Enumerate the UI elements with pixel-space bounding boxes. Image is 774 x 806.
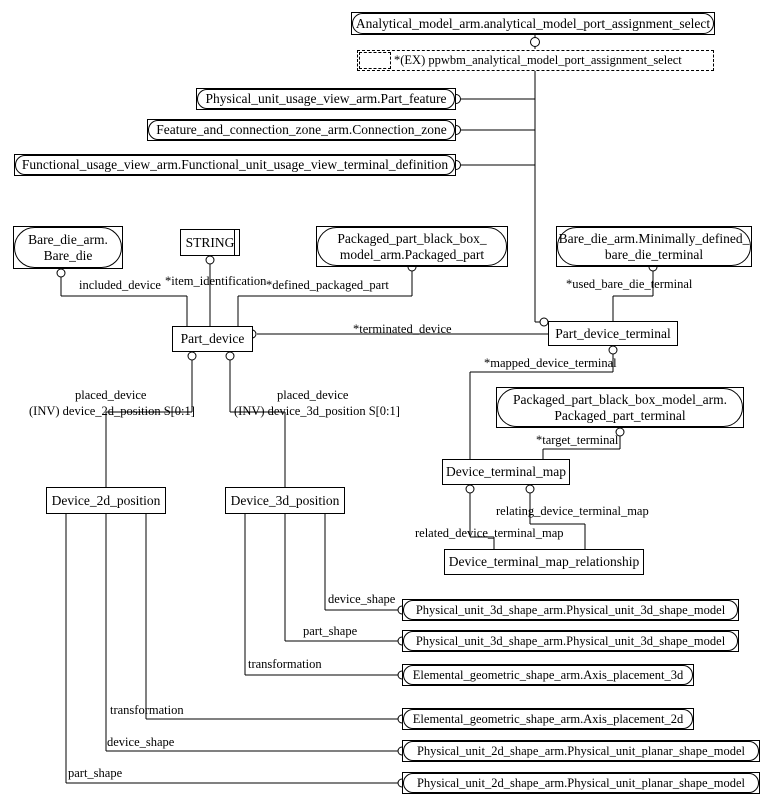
label-placed-device-2d: placed_device	[75, 388, 147, 402]
entity-label: Elemental_geometric_shape_arm.Axis_place…	[403, 709, 693, 729]
entity-label: Packaged_part_black_box_model_arm. Packa…	[497, 388, 743, 427]
entity-label: Physical_unit_3d_shape_arm.Physical_unit…	[403, 600, 738, 620]
entity-label: Device_3d_position	[230, 492, 340, 508]
label-defined-packaged-part: *defined_packaged_part	[266, 278, 389, 292]
label-item-identification: *item_identification	[165, 274, 267, 288]
entity-label-line2: model_arm.Packaged_part	[339, 246, 485, 262]
external-schema-label: *(EX) ppwbm_analytical_model_port_assign…	[394, 53, 682, 67]
entity-device-2d-position[interactable]: Device_2d_position	[46, 487, 166, 514]
entity-connection-zone[interactable]: Feature_and_connection_zone_arm.Connecti…	[147, 119, 456, 141]
entity-label: Packaged_part_black_box_ model_arm.Packa…	[317, 227, 507, 266]
entity-label: Physical_unit_2d_shape_arm.Physical_unit…	[403, 773, 759, 793]
label-relating-device-terminal-map: relating_device_terminal_map	[496, 504, 649, 518]
entity-string-datatype[interactable]: STRING	[180, 229, 240, 256]
double-border-right	[234, 230, 235, 255]
entity-physical-unit-planar-shape-model-a[interactable]: Physical_unit_2d_shape_arm.Physical_unit…	[402, 740, 760, 762]
entity-label: Physical_unit_2d_shape_arm.Physical_unit…	[403, 741, 759, 761]
entity-analytical-model-port-assignment-select[interactable]: Analytical_model_arm.analytical_model_po…	[351, 12, 715, 35]
label-related-device-terminal-map: related_device_terminal_map	[415, 526, 564, 540]
entity-label: Analytical_model_arm.analytical_model_po…	[352, 13, 714, 34]
entity-packaged-part-terminal[interactable]: Packaged_part_black_box_model_arm. Packa…	[496, 387, 744, 428]
entity-minimally-defined-bare-die-terminal[interactable]: Bare_die_arm.Minimally_defined_ bare_die…	[556, 226, 752, 267]
label-included-device: included_device	[79, 278, 161, 292]
express-g-diagram: Analytical_model_arm.analytical_model_po…	[0, 0, 774, 806]
entity-label-line2: Packaged_part_terminal	[554, 407, 686, 423]
label-used-bare-die-terminal: *used_bare_die_terminal	[566, 277, 693, 291]
label-device-shape-2d: device_shape	[107, 735, 175, 749]
label-inv-device-3d-position: (INV) device_3d_position S[0:1]	[234, 404, 400, 418]
entity-label-line1: Bare_die_arm.Minimally_defined_	[558, 231, 750, 247]
entity-part-device-terminal[interactable]: Part_device_terminal	[548, 321, 678, 346]
external-schema-stub-box	[359, 52, 391, 69]
label-part-shape-3d: part_shape	[303, 624, 358, 638]
entity-label: Device_2d_position	[51, 492, 161, 508]
entity-label-line2: Bare_die	[43, 247, 93, 263]
entity-label-line1: Packaged_part_black_box_model_arm.	[512, 392, 728, 408]
entity-label-line1: Packaged_part_black_box_	[337, 231, 487, 247]
entity-physical-unit-3d-shape-model-a[interactable]: Physical_unit_3d_shape_arm.Physical_unit…	[402, 599, 739, 621]
entity-label: Physical_unit_usage_view_arm.Part_featur…	[197, 89, 455, 109]
entity-label: Device_terminal_map	[446, 464, 566, 480]
entity-label: STRING	[185, 234, 235, 250]
entity-label: Physical_unit_3d_shape_arm.Physical_unit…	[403, 631, 738, 651]
entity-physical-unit-3d-shape-model-b[interactable]: Physical_unit_3d_shape_arm.Physical_unit…	[402, 630, 739, 652]
entity-device-terminal-map[interactable]: Device_terminal_map	[442, 459, 570, 485]
entity-label-line1: Bare_die_arm.	[28, 232, 108, 248]
entity-axis-placement-2d[interactable]: Elemental_geometric_shape_arm.Axis_place…	[402, 708, 694, 730]
label-device-shape-3d: device_shape	[328, 592, 396, 606]
entity-label: Elemental_geometric_shape_arm.Axis_place…	[403, 665, 693, 685]
entity-label: Bare_die_arm. Bare_die	[14, 227, 122, 268]
entity-part-device[interactable]: Part_device	[172, 326, 253, 352]
entity-label-line2: bare_die_terminal	[604, 246, 704, 262]
entity-label: Bare_die_arm.Minimally_defined_ bare_die…	[557, 227, 751, 266]
label-target-terminal: *target_terminal	[536, 433, 619, 447]
label-transformation-3d: transformation	[248, 657, 322, 671]
entity-packaged-part[interactable]: Packaged_part_black_box_ model_arm.Packa…	[316, 226, 508, 267]
entity-bare-die[interactable]: Bare_die_arm. Bare_die	[13, 226, 123, 269]
label-terminated-device: *terminated_device	[353, 322, 452, 336]
entity-device-3d-position[interactable]: Device_3d_position	[225, 487, 345, 514]
entity-label: Device_terminal_map_relationship	[448, 554, 640, 570]
entity-label: Feature_and_connection_zone_arm.Connecti…	[148, 120, 455, 140]
entity-label: Part_device	[180, 331, 245, 347]
entity-physical-unit-planar-shape-model-b[interactable]: Physical_unit_2d_shape_arm.Physical_unit…	[402, 772, 760, 794]
entity-part-feature[interactable]: Physical_unit_usage_view_arm.Part_featur…	[196, 88, 456, 110]
entity-axis-placement-3d[interactable]: Elemental_geometric_shape_arm.Axis_place…	[402, 664, 694, 686]
label-placed-device-3d: placed_device	[277, 388, 349, 402]
label-part-shape-2d: part_shape	[68, 766, 123, 780]
label-mapped-device-terminal: *mapped_device_terminal	[484, 356, 617, 370]
label-inv-device-2d-position: (INV) device_2d_position S[0:1]	[29, 404, 195, 418]
entity-label: Part_device_terminal	[555, 325, 671, 341]
label-transformation-2d: transformation	[110, 703, 184, 717]
entity-functional-unit-usage-view-terminal-definition[interactable]: Functional_usage_view_arm.Functional_uni…	[14, 154, 456, 176]
entity-device-terminal-map-relationship[interactable]: Device_terminal_map_relationship	[444, 549, 644, 575]
entity-label: Functional_usage_view_arm.Functional_uni…	[15, 155, 455, 175]
